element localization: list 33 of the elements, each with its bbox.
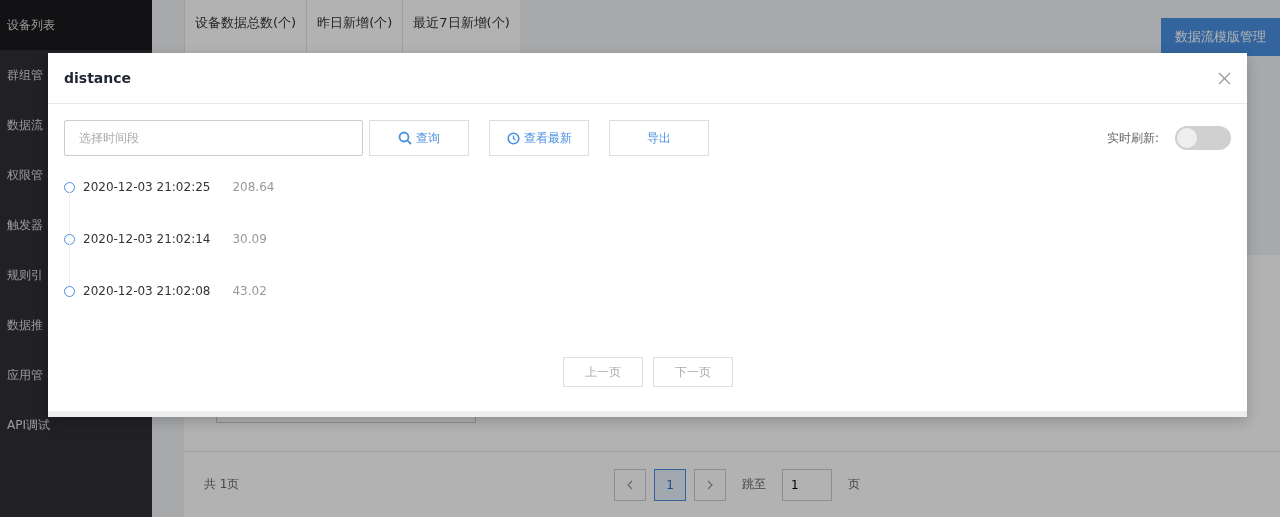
realtime-label: 实时刷新: xyxy=(1106,129,1159,147)
page-unit: 页 xyxy=(848,476,860,493)
record-time: 2020-12-03 21:02:25 xyxy=(83,180,211,194)
record-time: 2020-12-03 21:02:14 xyxy=(83,232,211,246)
time-range-field[interactable]: 选择时间段 xyxy=(64,120,363,156)
search-button[interactable]: 查询 xyxy=(369,120,469,156)
timeline-dot xyxy=(64,233,75,245)
stat-label: 设备数据总数(个) xyxy=(195,14,297,32)
chevron-right-icon xyxy=(707,479,713,490)
sidebar-item[interactable]: 设备列表 xyxy=(0,0,152,50)
plain-button[interactable]: 导出 xyxy=(609,120,709,156)
record-value: 208.64 xyxy=(232,180,275,194)
template-manage-button[interactable]: 数据流模版管理 xyxy=(1161,18,1280,56)
timeline-dot xyxy=(64,181,75,193)
stat-label: 最近7日新增(个) xyxy=(413,14,510,32)
record-value: 30.09 xyxy=(232,232,267,246)
close-icon[interactable] xyxy=(1218,71,1231,85)
stat-label: 昨日新增(个) xyxy=(317,14,393,32)
jump-field[interactable]: 1 xyxy=(782,468,832,501)
next-page-button[interactable] xyxy=(694,468,726,501)
realtime-toggle[interactable] xyxy=(1175,126,1231,150)
chevron-left-icon xyxy=(627,479,633,490)
latest-button[interactable]: 查看最新 xyxy=(489,120,589,156)
dialog-title: distance xyxy=(64,70,132,86)
page-total: 共 1页 xyxy=(204,476,240,493)
search-icon xyxy=(398,131,412,145)
refresh-clock-icon xyxy=(506,131,520,145)
page-button[interactable]: 1 xyxy=(654,468,686,501)
timeline-dot xyxy=(64,285,75,297)
record-value: 43.02 xyxy=(232,284,267,298)
prev-page-button[interactable] xyxy=(614,468,646,501)
jump-label: 跳至 xyxy=(742,476,766,493)
record-time: 2020-12-03 21:02:08 xyxy=(83,284,211,298)
